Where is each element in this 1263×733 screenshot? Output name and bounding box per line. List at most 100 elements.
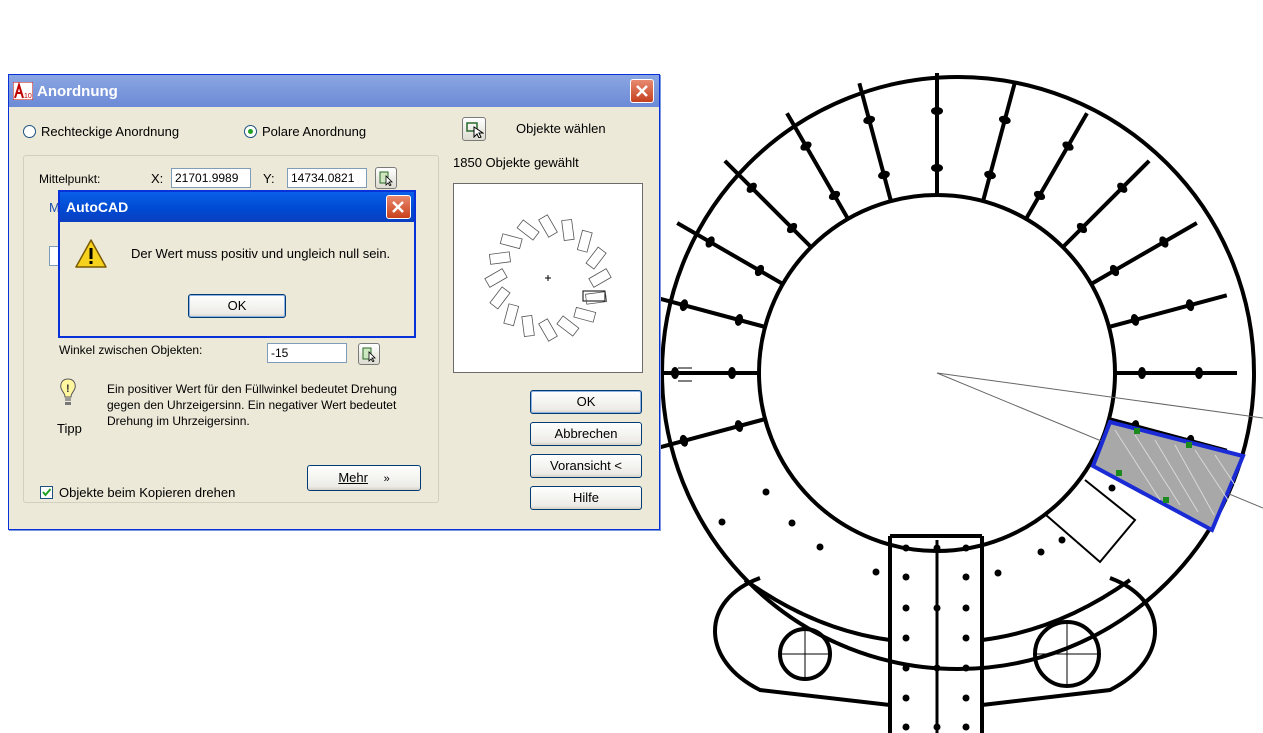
preview-array-item (484, 268, 508, 288)
column-marker (1058, 536, 1066, 544)
svg-text:!: ! (66, 383, 70, 395)
radial-wall (785, 112, 850, 220)
column-marker (931, 164, 943, 172)
help-button[interactable]: Hilfe (530, 486, 642, 510)
rotate-objects-checkbox[interactable] (40, 486, 53, 499)
radio-polar-label[interactable]: Polare Anordnung (262, 124, 366, 139)
pick-center-button[interactable] (375, 167, 397, 189)
preview-array-item (588, 268, 612, 288)
array-preview-graphic (484, 214, 612, 342)
column-marker (679, 299, 689, 312)
tip-lightbulb-icon: ! (60, 378, 76, 405)
column-marker (984, 170, 996, 180)
rotate-objects-label[interactable]: Objekte beim Kopieren drehen (59, 485, 235, 500)
angle-between-label: Winkel zwischen Objekten: (59, 343, 203, 357)
radio-rectangular-array[interactable] (23, 125, 36, 138)
y-label: Y: (263, 171, 275, 186)
column-marker (728, 367, 736, 379)
pick-point-icon (379, 171, 393, 186)
radial-wall (723, 159, 813, 249)
column-marker (962, 604, 970, 612)
close-icon (392, 201, 404, 213)
column-marker (734, 420, 744, 432)
radio-rectangular-label[interactable]: Rechteckige Anordnung (41, 124, 179, 139)
column-marker (902, 694, 910, 702)
column-marker (679, 434, 689, 447)
column-marker (734, 314, 744, 326)
cancel-button[interactable]: Abbrechen (530, 422, 642, 446)
selected-wedge[interactable] (1090, 419, 1246, 533)
column-marker (902, 573, 910, 581)
pick-angle-icon (362, 347, 376, 362)
column-marker (705, 236, 715, 248)
warning-icon (75, 239, 107, 268)
preview-array-item (489, 286, 511, 310)
column-marker (671, 367, 679, 379)
column-marker (962, 544, 970, 552)
column-marker (902, 664, 910, 672)
select-objects-button[interactable] (462, 117, 486, 141)
message-box-close-button[interactable] (386, 195, 411, 219)
column-marker (718, 518, 726, 526)
column-marker (788, 519, 796, 527)
preview-array-item (538, 318, 558, 342)
preview-array-item (573, 306, 597, 323)
column-marker (902, 544, 910, 552)
center-x-input[interactable]: 21701.9989 (171, 168, 251, 188)
message-text: Der Wert muss positiv und ungleich null … (131, 246, 391, 261)
column-marker (931, 107, 943, 115)
angle-between-input[interactable]: -15 (267, 343, 347, 363)
column-marker (1195, 367, 1203, 379)
message-ok-button[interactable]: OK (188, 294, 286, 318)
column-marker (816, 543, 824, 551)
message-box-title: AutoCAD (66, 199, 129, 215)
column-marker (994, 569, 1002, 577)
column-marker (1185, 299, 1195, 312)
preview-array-item (499, 233, 523, 250)
column-marker (962, 664, 970, 672)
column-marker (800, 141, 812, 151)
preview-array-item (585, 291, 608, 305)
column-marker (878, 170, 890, 180)
circle-crosshairs (780, 622, 1099, 686)
column-marker (962, 694, 970, 702)
radial-wall (857, 82, 893, 202)
radio-polar-array[interactable] (244, 125, 257, 138)
radial-wall (981, 82, 1017, 202)
array-dialog-titlebar[interactable]: 10 Anordnung (9, 75, 659, 107)
column-marker (1138, 367, 1146, 379)
center-y-input[interactable]: 14734.0821 (287, 168, 367, 188)
column-marker (1033, 190, 1046, 201)
ok-button[interactable]: OK (530, 390, 642, 414)
message-box-titlebar[interactable]: AutoCAD (60, 192, 414, 222)
close-icon (636, 85, 648, 97)
preview-array-item (516, 219, 540, 241)
svg-text:10: 10 (24, 93, 32, 100)
column-marker (962, 634, 970, 642)
column-marker (762, 488, 770, 496)
column-marker (863, 115, 876, 125)
array-dialog-close-button[interactable] (630, 79, 654, 103)
preview-array-item (488, 251, 511, 265)
column-marker (1109, 264, 1120, 277)
column-marker (962, 573, 970, 581)
select-objects-label: Objekte wählen (516, 121, 606, 136)
array-dialog-title: Anordnung (37, 83, 118, 100)
tip-text: Ein positiver Wert für den Füllwinkel be… (107, 382, 397, 428)
pick-angle-button[interactable] (358, 343, 380, 365)
radial-wall (1024, 112, 1089, 220)
column-marker (754, 264, 765, 277)
column-marker (902, 634, 910, 642)
preview-array-item (561, 218, 575, 241)
radial-wall (676, 221, 784, 286)
preview-button[interactable]: Voransicht < (530, 454, 642, 478)
select-objects-icon (466, 122, 484, 138)
tip-label: Tipp (57, 421, 82, 436)
column-marker (1037, 548, 1045, 556)
objects-selected-count: 1850 Objekte gewählt (453, 155, 579, 170)
column-marker (1062, 141, 1074, 151)
radial-wall (1108, 293, 1228, 329)
more-button[interactable]: Mehr » (307, 465, 421, 491)
radial-wall (1090, 221, 1198, 286)
checkmark-icon (42, 488, 52, 497)
